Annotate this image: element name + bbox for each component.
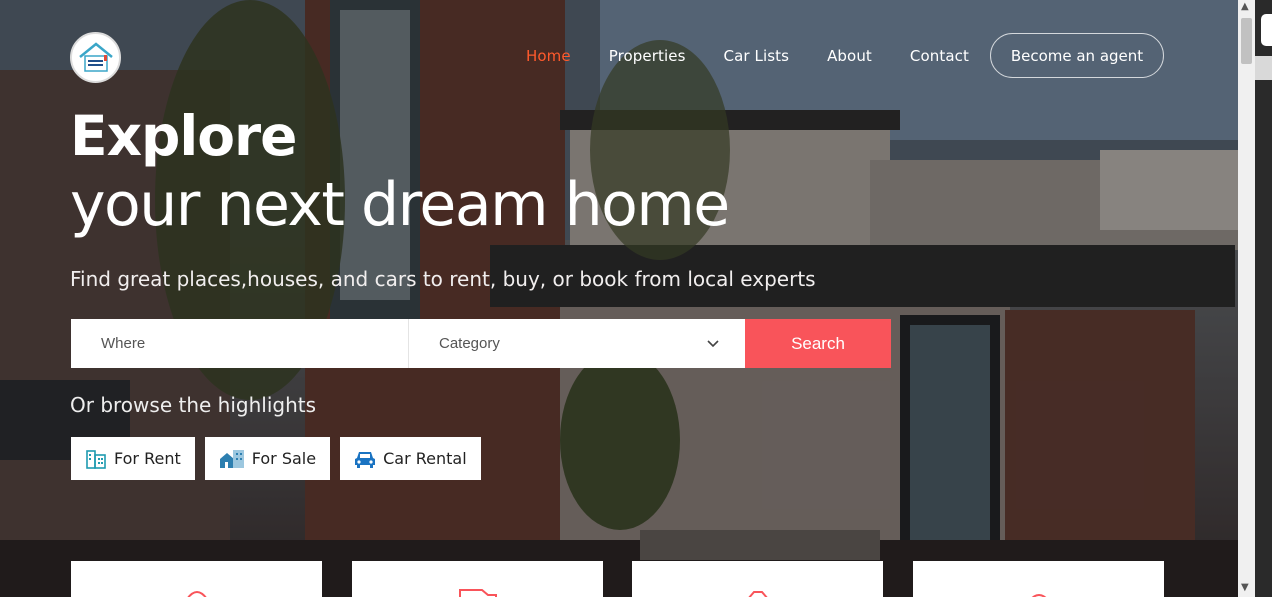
become-agent-button[interactable]: Become an agent <box>990 33 1164 78</box>
nav-properties-link[interactable]: Properties <box>609 47 686 65</box>
nav-car-lists-link[interactable]: Car Lists <box>724 47 790 65</box>
truck-icon <box>458 589 497 597</box>
category-select-label: Category <box>439 335 500 352</box>
site-logo[interactable] <box>70 32 121 83</box>
category-card-1[interactable] <box>71 561 322 597</box>
car-rental-chip[interactable]: Car Rental <box>340 437 481 480</box>
highlight-chips: For Rent For Sale Car Rental <box>71 437 491 480</box>
for-rent-label: For Rent <box>114 449 181 468</box>
for-sale-label: For Sale <box>251 449 317 468</box>
category-card-4[interactable] <box>913 561 1164 597</box>
side-tab[interactable] <box>1261 14 1272 46</box>
category-select[interactable]: Category <box>409 319 745 368</box>
house-logo-icon <box>78 41 113 72</box>
hero-title-bold: Explore <box>70 104 297 168</box>
window-edge <box>1255 0 1272 597</box>
hero-title-light: your next dream home <box>70 170 730 240</box>
hero-dark-overlay <box>0 0 1238 597</box>
search-button[interactable]: Search <box>745 319 891 368</box>
hero-subtitle: Find great places,houses, and cars to re… <box>70 267 816 291</box>
browse-highlights-heading: Or browse the highlights <box>70 393 317 417</box>
scroll-down-arrow-icon[interactable]: ▼ <box>1241 582 1249 593</box>
card-icon-1 <box>186 591 207 597</box>
card-icon-3 <box>747 591 768 597</box>
card-icon-4 <box>1031 594 1046 597</box>
page-scrollbar[interactable]: ▲ ▼ <box>1238 0 1255 597</box>
for-rent-chip[interactable]: For Rent <box>71 437 195 480</box>
nav-contact-link[interactable]: Contact <box>910 47 969 65</box>
side-panel-handle[interactable] <box>1255 56 1272 80</box>
search-bar: Category Search <box>71 319 891 368</box>
where-input[interactable] <box>71 319 409 368</box>
car-icon <box>355 451 376 468</box>
scroll-up-arrow-icon[interactable]: ▲ <box>1241 1 1249 12</box>
for-sale-chip[interactable]: For Sale <box>204 437 331 480</box>
nav-about-link[interactable]: About <box>827 47 872 65</box>
category-card-2[interactable] <box>352 561 603 597</box>
nav-home-link[interactable]: Home <box>526 47 571 65</box>
category-card-3[interactable] <box>632 561 883 597</box>
chevron-down-icon <box>707 339 719 347</box>
apartment-building-icon <box>86 449 106 469</box>
scrollbar-thumb[interactable] <box>1241 18 1252 64</box>
house-for-sale-icon <box>219 449 244 468</box>
car-rental-label: Car Rental <box>383 449 467 468</box>
main-nav: Home Properties Car Lists About Contact <box>526 33 1007 78</box>
hero-section <box>0 0 1238 597</box>
